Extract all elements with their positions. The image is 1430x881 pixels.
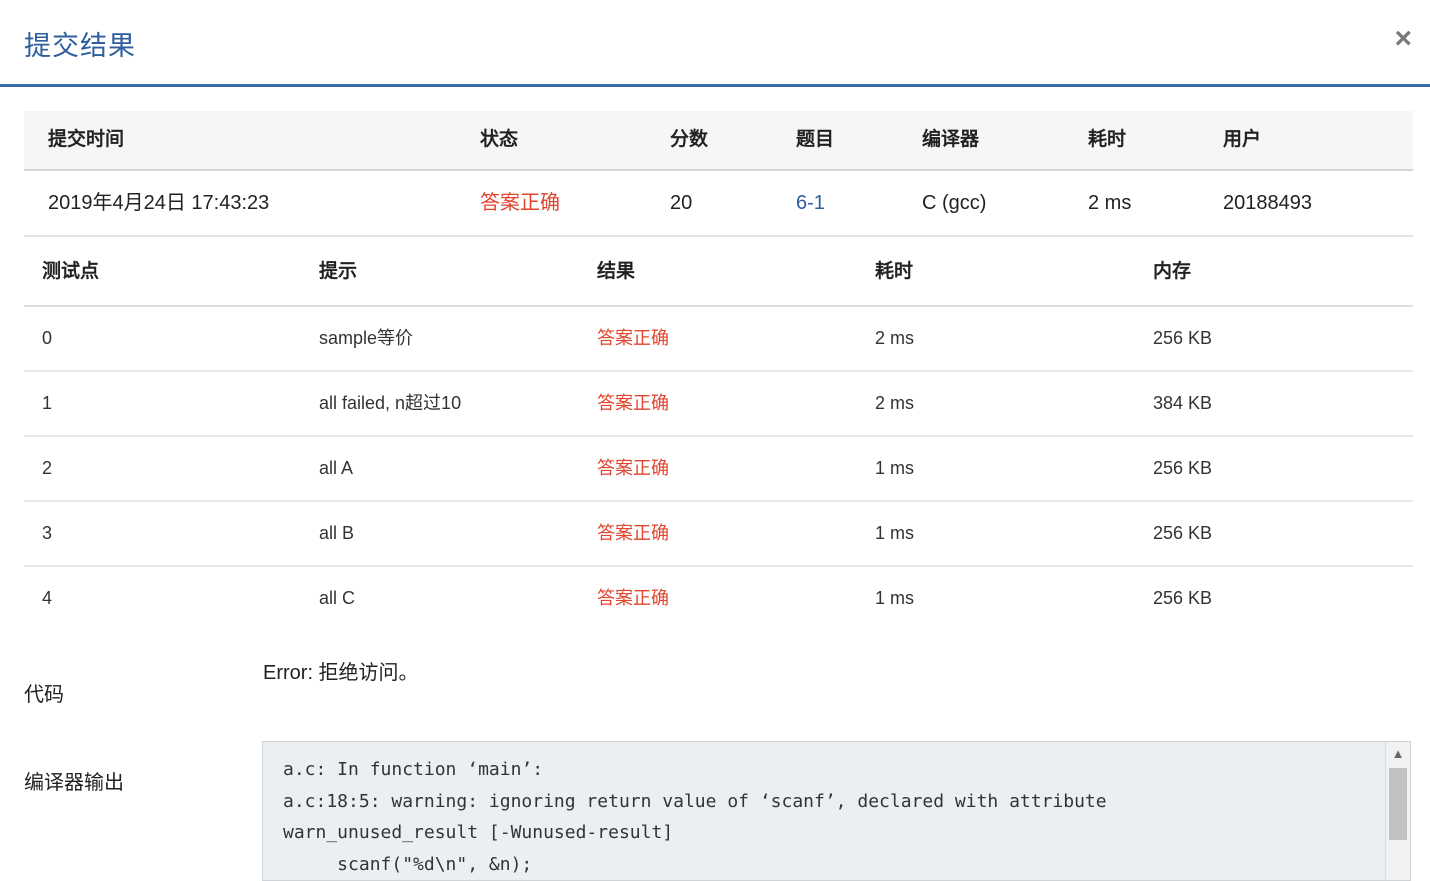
- test-memory: 256 KB: [1153, 588, 1213, 608]
- header-test-point: 测试点: [42, 261, 100, 282]
- status-badge: 答案正确: [480, 192, 560, 214]
- code-label: 代码: [24, 684, 64, 706]
- table-row: 2 all A 答案正确 1 ms 256 KB: [24, 437, 1413, 502]
- test-result: 答案正确: [597, 328, 669, 348]
- output-line: a.c: In function ‘main’:: [283, 759, 544, 780]
- test-result: 答案正确: [597, 393, 669, 413]
- header-duration: 耗时: [1088, 129, 1127, 150]
- test-memory: 256 KB: [1153, 523, 1213, 543]
- table-row: 3 all B 答案正确 1 ms 256 KB: [24, 502, 1413, 567]
- test-result: 答案正确: [597, 588, 669, 608]
- test-id: 2: [42, 458, 53, 478]
- close-icon[interactable]: ×: [1394, 22, 1412, 56]
- test-hint: all A: [319, 458, 354, 478]
- header-status: 状态: [480, 129, 519, 150]
- test-hint: all C: [319, 588, 356, 608]
- test-time: 1 ms: [875, 458, 915, 478]
- header-memory: 内存: [1153, 261, 1192, 282]
- test-time: 1 ms: [875, 523, 915, 543]
- output-line: warn_unused_result [-Wunused-result]: [283, 822, 674, 843]
- test-id: 3: [42, 523, 53, 543]
- header-user: 用户: [1223, 129, 1262, 150]
- header-score: 分数: [670, 129, 709, 150]
- problem-link[interactable]: 6-1: [796, 171, 825, 235]
- test-id: 0: [42, 328, 53, 348]
- scrollbar-thumb[interactable]: [1389, 768, 1407, 840]
- vertical-scrollbar[interactable]: ▲: [1385, 742, 1410, 880]
- compiler-output-box[interactable]: a.c: In function ‘main’: a.c:18:5: warni…: [262, 741, 1411, 881]
- header-hint: 提示: [319, 261, 358, 282]
- table-row: 4 all C 答案正确 1 ms 256 KB: [24, 567, 1413, 630]
- output-line: a.c:18:5: warning: ignoring return value…: [283, 790, 1107, 812]
- test-memory: 256 KB: [1153, 458, 1213, 478]
- table-row: 1 all failed, n超过10 答案正确 2 ms 384 KB: [24, 372, 1413, 437]
- test-memory: 256 KB: [1153, 328, 1213, 348]
- output-line: scanf("%d\n", &n);: [283, 853, 533, 875]
- test-hint: all failed, n超过10: [319, 393, 462, 413]
- test-hint: sample等价: [319, 328, 414, 348]
- summary-data-row: 2019年4月24日 17:43:23 答案正确 20 6-1 C (gcc) …: [24, 171, 1413, 237]
- header-result: 结果: [597, 261, 636, 282]
- score-value: 20: [670, 192, 693, 214]
- code-error-message: Error: 拒绝访问。: [263, 662, 419, 684]
- test-cases-table: 测试点 提示 结果 耗时 内存 0 sample等价 答案正确 2 ms 256…: [24, 239, 1413, 630]
- header-time: 耗时: [875, 261, 914, 282]
- test-memory: 384 KB: [1153, 393, 1213, 413]
- summary-header-row: 提交时间 状态 分数 题目 编译器 耗时 用户: [24, 111, 1413, 171]
- compiler-value: C (gcc): [922, 192, 987, 214]
- header-compiler: 编译器: [922, 129, 980, 150]
- header-submit-time: 提交时间: [48, 129, 125, 150]
- compiler-output-text: a.c: In function ‘main’: a.c:18:5: warni…: [263, 742, 1410, 880]
- test-id: 4: [42, 588, 53, 608]
- submission-summary-table: 提交时间 状态 分数 题目 编译器 耗时 用户 2019年4月24日 17:43…: [24, 111, 1413, 237]
- duration-value: 2 ms: [1088, 192, 1132, 214]
- header-problem: 题目: [796, 129, 835, 150]
- chevron-up-icon[interactable]: ▲: [1386, 742, 1410, 766]
- test-time: 2 ms: [875, 393, 915, 413]
- tests-header-row: 测试点 提示 结果 耗时 内存: [24, 239, 1413, 307]
- compiler-output-label: 编译器输出: [24, 772, 124, 794]
- test-time: 1 ms: [875, 588, 915, 608]
- test-result: 答案正确: [597, 458, 669, 478]
- submit-time: 2019年4月24日 17:43:23: [48, 192, 270, 214]
- test-time: 2 ms: [875, 328, 915, 348]
- user-value: 20188493: [1223, 192, 1312, 214]
- dialog-title: 提交结果: [24, 31, 136, 61]
- dialog-header: 提交结果 ×: [0, 0, 1430, 87]
- test-id: 1: [42, 393, 53, 413]
- test-hint: all B: [319, 523, 355, 543]
- table-row: 0 sample等价 答案正确 2 ms 256 KB: [24, 307, 1413, 372]
- test-result: 答案正确: [597, 523, 669, 543]
